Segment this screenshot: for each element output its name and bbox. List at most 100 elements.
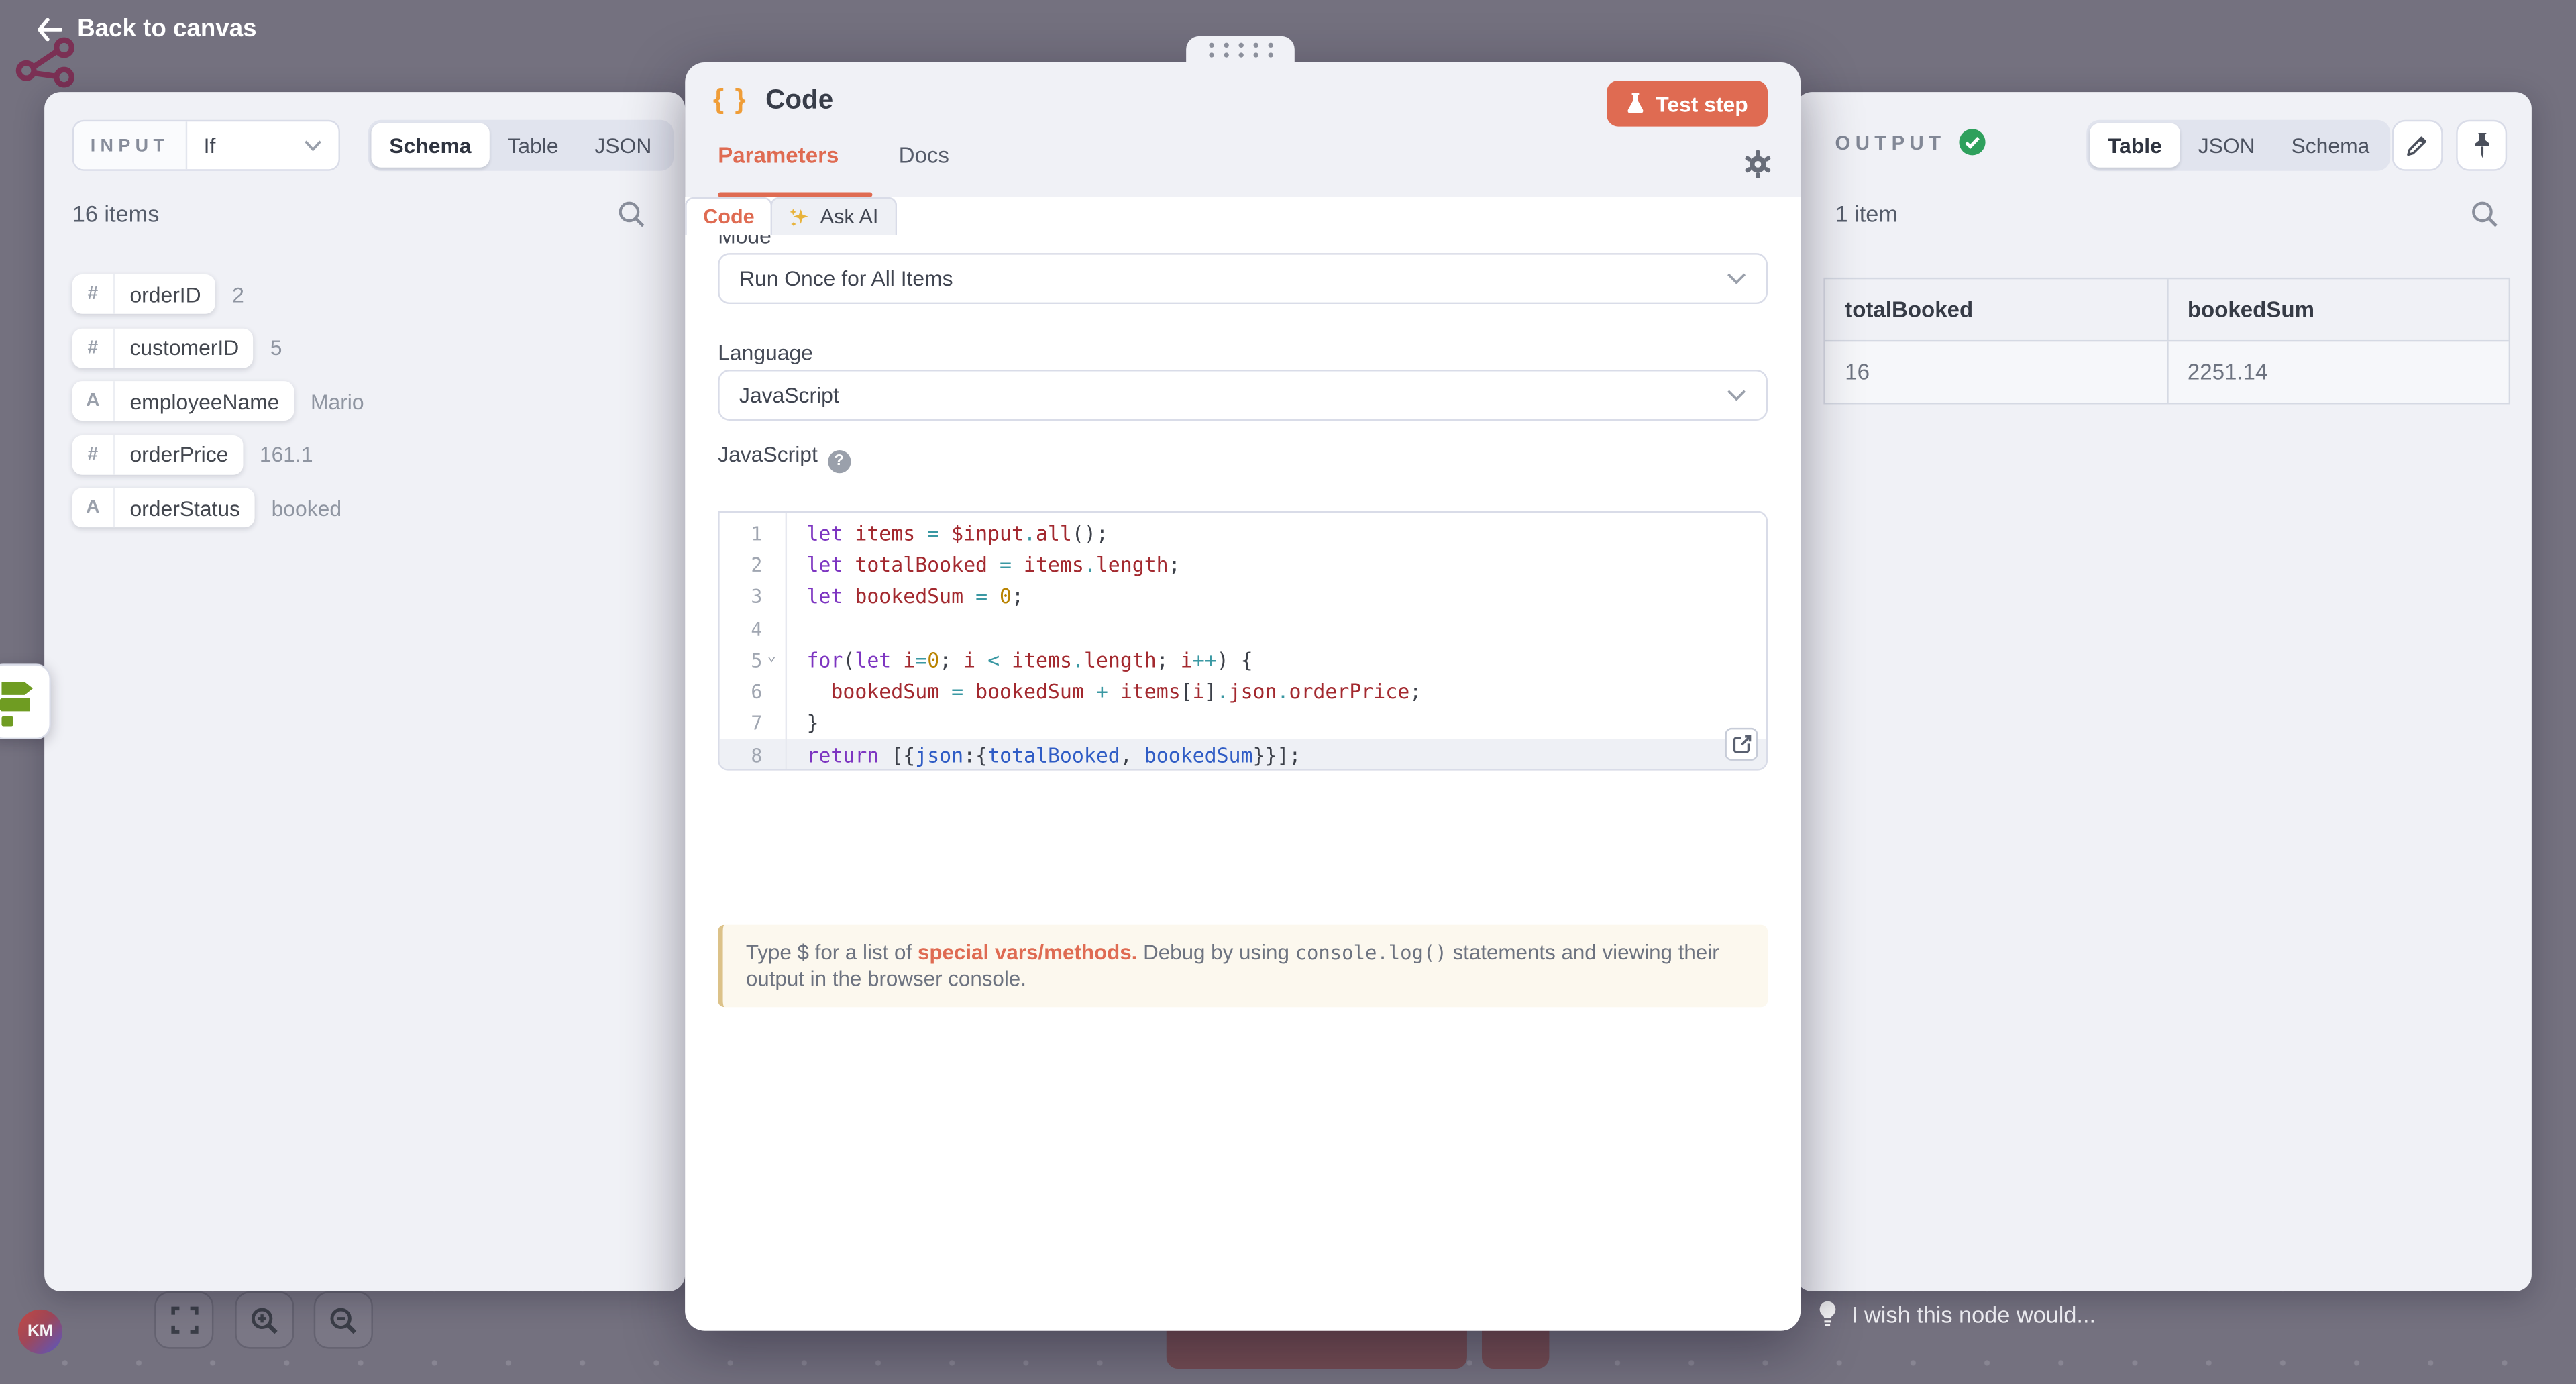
lightbulb-icon xyxy=(1817,1299,1839,1328)
output-panel-header: OUTPUT xyxy=(1835,128,1987,156)
line-number: 8 xyxy=(720,744,763,767)
modal-drag-handle[interactable] xyxy=(1186,36,1295,62)
if-node-filter-icon xyxy=(0,677,42,726)
avatar[interactable]: KM xyxy=(18,1310,62,1354)
tab-input-table[interactable]: Table xyxy=(489,123,576,168)
code-line[interactable]: 5⌄for(let i=0; i < items.length; i++) { xyxy=(720,644,1766,676)
field-value: 5 xyxy=(270,335,282,360)
edit-output-button[interactable] xyxy=(2392,120,2443,171)
parameters-pane: Mode Run Once for All Items Language Jav… xyxy=(685,197,1801,1331)
success-check-icon xyxy=(1959,128,1987,156)
code-line[interactable]: 6 bookedSum = bookedSum + items[i].json.… xyxy=(720,676,1766,708)
table-cell: 2251.14 xyxy=(2166,341,2509,403)
schema-field-list: #orderID2#customerID5AemployeeNameMario#… xyxy=(72,274,665,541)
line-number: 5 xyxy=(720,649,763,672)
schema-field-pill[interactable]: AorderStatus xyxy=(72,488,255,527)
line-number: 2 xyxy=(720,553,763,576)
field-name: orderID xyxy=(115,274,215,314)
output-table-row: 16 2251.14 xyxy=(1825,341,2509,403)
mode-value: Run Once for All Items xyxy=(739,266,953,291)
language-select[interactable]: JavaScript xyxy=(718,370,1768,421)
wish-node-label: I wish this node would... xyxy=(1851,1300,2096,1326)
code-editor[interactable]: 1let items = $input.all();2let totalBook… xyxy=(718,511,1768,771)
code-lines: 1let items = $input.all();2let totalBook… xyxy=(720,513,1766,770)
input-source-select[interactable]: If xyxy=(187,121,338,169)
avatar-initials: KM xyxy=(28,1322,53,1340)
code-text: return [{json:{totalBooked, bookedSum}}]… xyxy=(720,744,1301,767)
zoom-in-button[interactable] xyxy=(235,1291,294,1349)
tab-parameters[interactable]: Parameters xyxy=(718,143,839,168)
schema-field-pill[interactable]: #orderID xyxy=(72,274,216,314)
help-icon[interactable]: ? xyxy=(828,449,851,472)
code-node-modal: { } Code Test step Parameters Docs xyxy=(685,62,1801,1331)
code-node-icon: { } xyxy=(713,84,747,117)
wish-node-feedback-button[interactable]: I wish this node would... xyxy=(1817,1299,2096,1328)
mode-select[interactable]: Run Once for All Items xyxy=(718,253,1768,304)
zoom-out-button[interactable] xyxy=(314,1291,373,1349)
expand-editor-button[interactable] xyxy=(1725,728,1758,761)
hint-text: Type $ for a list of xyxy=(746,940,918,965)
field-value: booked xyxy=(272,495,341,520)
line-number: 4 xyxy=(720,617,763,640)
pin-data-button[interactable] xyxy=(2456,120,2507,171)
code-line[interactable]: 4 xyxy=(720,613,1766,644)
input-panel: INPUT If Schema Table JSON 16 items #ord… xyxy=(44,92,685,1291)
javascript-label-text: JavaScript xyxy=(718,442,818,467)
if-node-icon-card[interactable] xyxy=(0,663,51,739)
tab-ask-ai-label: Ask AI xyxy=(820,205,879,228)
zoom-out-icon xyxy=(329,1306,358,1335)
schema-row: #orderPrice 161.1 xyxy=(72,435,665,474)
drag-dots-icon xyxy=(1208,42,1273,56)
tab-output-schema[interactable]: Schema xyxy=(2273,123,2388,168)
tab-code-label: Code xyxy=(703,205,755,228)
tab-output-json[interactable]: JSON xyxy=(2180,123,2273,168)
schema-field-pill[interactable]: AemployeeName xyxy=(72,381,294,421)
tab-ask-ai[interactable]: Ask AI xyxy=(771,197,896,235)
code-line[interactable]: 7} xyxy=(720,708,1766,739)
line-number: 1 xyxy=(720,522,763,545)
table-cell: 16 xyxy=(1825,341,2166,403)
tab-input-json[interactable]: JSON xyxy=(576,123,669,168)
output-table-header-row: totalBooked bookedSum xyxy=(1825,279,2509,341)
tab-output-table[interactable]: Table xyxy=(2090,123,2180,168)
column-header[interactable]: totalBooked xyxy=(1825,279,2166,340)
code-line[interactable]: 1let items = $input.all(); xyxy=(720,517,1766,549)
gear-icon[interactable] xyxy=(1743,150,1772,179)
tab-code[interactable]: Code xyxy=(685,197,772,235)
tab-input-schema[interactable]: Schema xyxy=(371,123,489,168)
field-name: orderStatus xyxy=(115,488,255,527)
fold-chevron-icon[interactable]: ⌄ xyxy=(767,649,776,666)
code-text: let totalBooked = items.length; xyxy=(720,553,1181,576)
pin-icon xyxy=(2470,131,2493,160)
code-line[interactable]: 8return [{json:{totalBooked, bookedSum}}… xyxy=(720,739,1766,770)
field-value: 161.1 xyxy=(260,442,313,467)
column-header[interactable]: bookedSum xyxy=(2166,279,2509,340)
field-name: orderPrice xyxy=(115,435,243,474)
code-line[interactable]: 3let bookedSum = 0; xyxy=(720,581,1766,613)
code-text: bookedSum = bookedSum + items[i].json.or… xyxy=(720,680,1422,703)
active-tab-underline xyxy=(718,191,872,197)
zoom-to-fit-button[interactable] xyxy=(154,1291,213,1349)
flask-icon xyxy=(1626,92,1644,115)
special-vars-link[interactable]: special vars/methods. xyxy=(918,940,1137,965)
input-panel-label: INPUT xyxy=(74,121,187,169)
code-text: for(let i=0; i < items.length; i++) { xyxy=(720,649,1253,672)
input-source-value: If xyxy=(204,133,216,158)
test-step-button[interactable]: Test step xyxy=(1607,81,1768,127)
schema-field-pill[interactable]: #orderPrice xyxy=(72,435,244,474)
search-icon[interactable] xyxy=(2471,201,2499,229)
node-title-text[interactable]: Code xyxy=(765,85,833,116)
javascript-field-label: JavaScript? xyxy=(718,442,851,472)
code-editor-tabs: Code Ask AI xyxy=(685,197,1801,235)
search-icon[interactable] xyxy=(618,201,646,229)
field-type-icon: # xyxy=(72,435,115,474)
code-line[interactable]: 2let totalBooked = items.length; xyxy=(720,549,1766,581)
sparkles-icon xyxy=(789,206,810,227)
tab-docs[interactable]: Docs xyxy=(899,143,949,168)
schema-row: AemployeeNameMario xyxy=(72,381,665,421)
line-number: 7 xyxy=(720,712,763,735)
schema-field-pill[interactable]: #customerID xyxy=(72,328,254,368)
language-value: JavaScript xyxy=(739,383,839,408)
node-title: { } Code xyxy=(713,84,833,117)
hint-text: Debug by using xyxy=(1137,940,1295,965)
